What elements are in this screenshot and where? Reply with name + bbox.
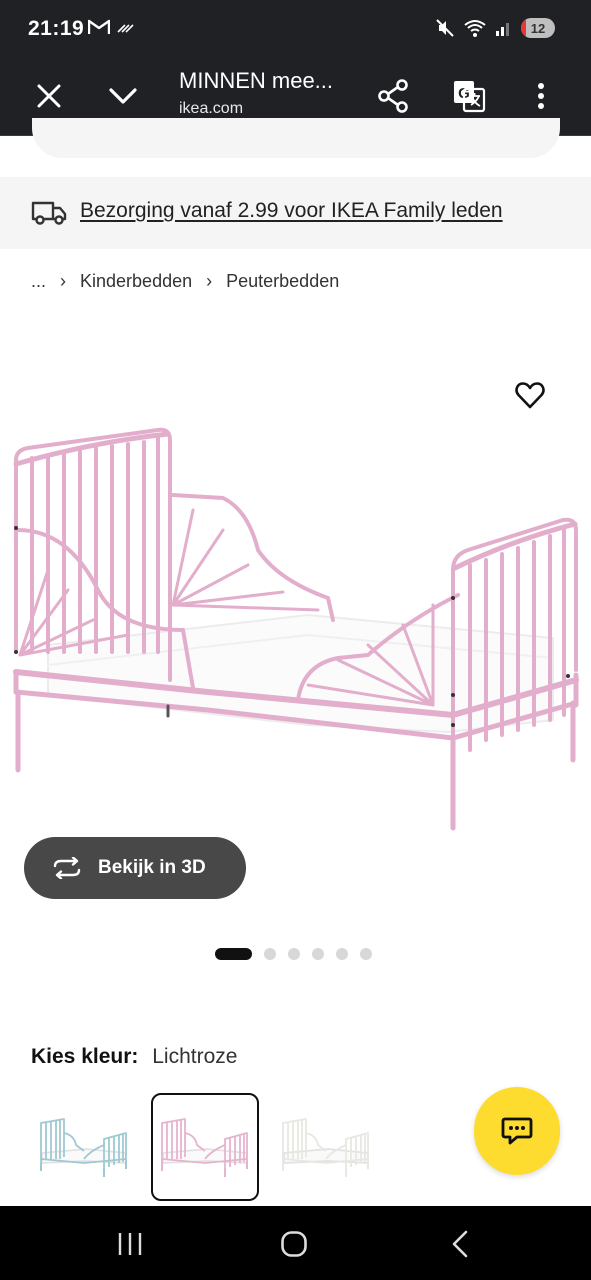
recent-apps-icon: [118, 1233, 142, 1255]
home-icon: [281, 1231, 307, 1257]
close-icon: [37, 84, 61, 108]
more-vertical-icon: [538, 83, 544, 109]
chat-button[interactable]: [474, 1087, 560, 1175]
color-heading: Kies kleur: Lichtroze: [31, 1045, 237, 1069]
color-swatch[interactable]: [272, 1093, 380, 1201]
breadcrumb-item-kinderbedden[interactable]: Kinderbedden: [80, 271, 192, 292]
chat-bubble-icon: [501, 1117, 533, 1145]
gmail-icon: [88, 19, 110, 34]
color-label: Kies kleur:: [31, 1045, 139, 1068]
back-button[interactable]: [430, 1224, 490, 1264]
gallery-dot[interactable]: [215, 948, 252, 960]
battery-indicator: 12: [521, 18, 555, 38]
page-domain: ikea.com: [179, 100, 244, 117]
chevron-right-icon: ›: [206, 271, 213, 291]
rotate-3d-icon: [53, 857, 81, 879]
share-icon: [378, 79, 408, 113]
gallery-dot[interactable]: [360, 948, 372, 960]
translate-icon: G: [454, 81, 486, 113]
product-image[interactable]: [8, 420, 584, 840]
color-selected-value: Lichtroze: [152, 1045, 238, 1068]
breadcrumb-item-peuterbedden[interactable]: Peuterbedden: [226, 271, 339, 292]
cell-signal-icon: [496, 23, 509, 36]
view-in-3d-button[interactable]: Bekijk in 3D: [24, 837, 246, 899]
gallery-dot[interactable]: [288, 948, 300, 960]
wifi-icon: [464, 20, 486, 37]
delivery-link[interactable]: Bezorging vanaf 2.99 voor IKEA Family le…: [80, 199, 503, 223]
system-navigation-bar: [0, 1206, 591, 1280]
status-bar: 21:19 12: [0, 0, 591, 58]
gallery-dot[interactable]: [312, 948, 324, 960]
heart-icon: [515, 382, 545, 409]
more-options-button[interactable]: [517, 72, 565, 120]
bed-thumbnail: [40, 1118, 127, 1177]
chevron-down-icon: [109, 88, 137, 104]
mute-icon: [436, 19, 454, 37]
color-swatch[interactable]: [30, 1093, 138, 1201]
recent-apps-button[interactable]: [100, 1224, 160, 1264]
back-icon: [452, 1230, 468, 1258]
delivery-banner[interactable]: Bezorging vanaf 2.99 voor IKEA Family le…: [0, 177, 591, 249]
home-button[interactable]: [264, 1224, 324, 1264]
gallery-dot[interactable]: [264, 948, 276, 960]
image-gallery-pager: [215, 948, 372, 960]
bed-thumbnail: [161, 1118, 248, 1177]
view-in-3d-label: Bekijk in 3D: [98, 857, 206, 878]
chevron-right-icon: ›: [60, 271, 67, 291]
page-title: MINNEN mee...: [179, 68, 334, 93]
close-tab-button[interactable]: [25, 72, 73, 120]
breadcrumb: ... › Kinderbedden › Peuterbedden: [31, 271, 339, 292]
favourite-button[interactable]: [512, 378, 548, 412]
translate-button[interactable]: G: [445, 72, 493, 120]
truck-icon: [31, 201, 67, 225]
gallery-dot[interactable]: [336, 948, 348, 960]
bed-thumbnail: [282, 1118, 369, 1177]
status-time: 21:19: [28, 17, 85, 40]
share-button[interactable]: [370, 72, 418, 120]
breadcrumb-ellipsis[interactable]: ...: [31, 271, 46, 292]
signal-boost-icon: [117, 24, 134, 33]
battery-level: 12: [530, 20, 546, 36]
minimize-button[interactable]: [99, 72, 147, 120]
color-swatch[interactable]: [151, 1093, 259, 1201]
search-bar[interactable]: [32, 118, 560, 158]
